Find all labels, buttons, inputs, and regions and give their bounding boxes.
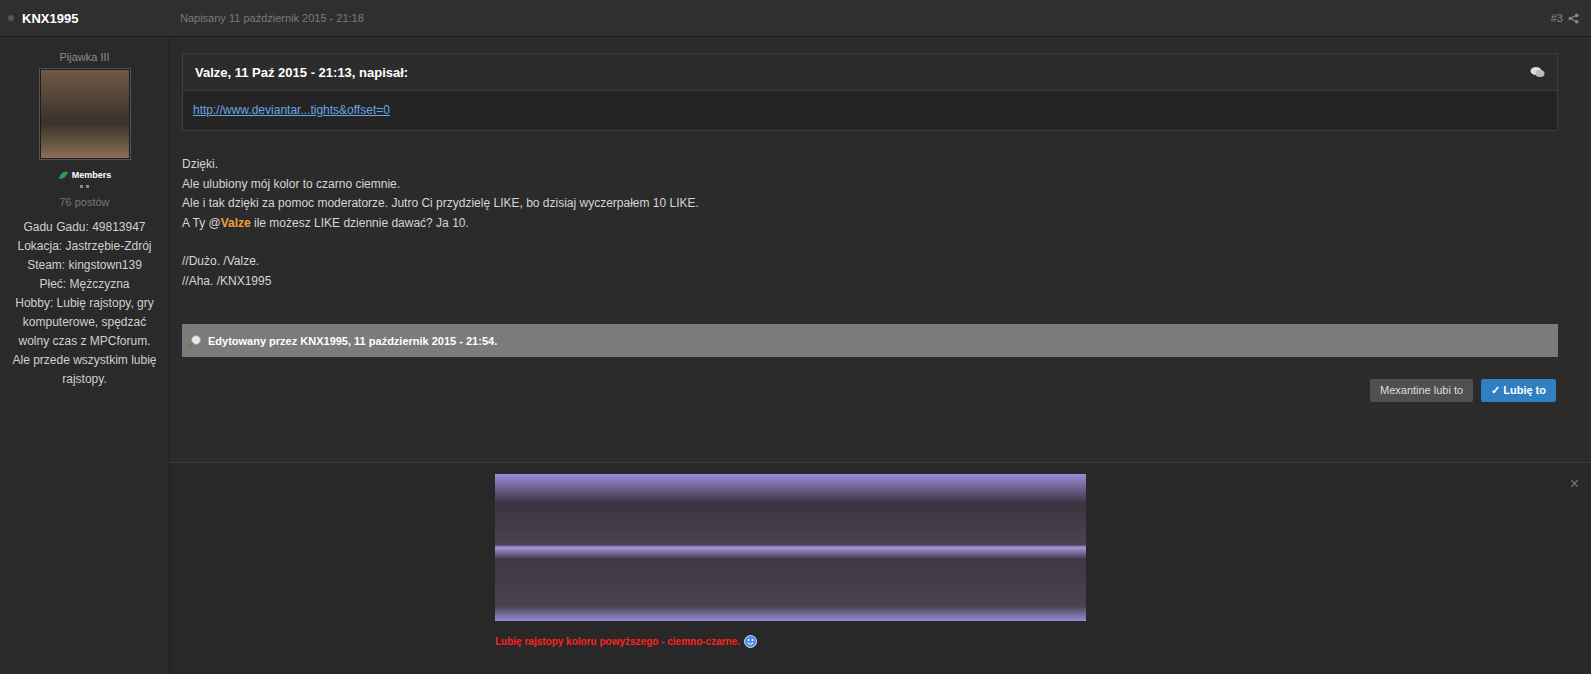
post-number-label[interactable]: #3: [1551, 12, 1563, 24]
liked-by[interactable]: Mexantine lubi to: [1370, 379, 1473, 402]
post-date: Napisany 11 październik 2015 - 21:18: [170, 12, 364, 24]
post-header: KNX1995 Napisany 11 październik 2015 - 21…: [0, 0, 1591, 37]
post-body: Dzięki. Ale ulubiony mój kolor to czarno …: [182, 155, 1558, 291]
post-paragraph: //Dużo. /Valze. //Aha. /KNX1995: [182, 252, 1558, 291]
avatar-photo: [41, 70, 129, 158]
post-main: Valze, 11 Paź 2015 - 21:13, napisał: http…: [170, 37, 1591, 674]
user-mention[interactable]: Valze: [221, 216, 251, 230]
quote-citation: Valze, 11 Paź 2015 - 21:13, napisał:: [195, 65, 408, 80]
post-line: Ale ulubiony mój kolor to czarno ciemnie…: [182, 175, 1558, 195]
post-count: 76 postów: [59, 196, 109, 208]
edit-magnifier-icon: [188, 334, 202, 348]
signature-caption-text: Lubię rajstopy koloru powyższego - ciemn…: [495, 636, 740, 647]
post-text: A Ty @: [182, 216, 221, 230]
quote-header: Valze, 11 Paź 2015 - 21:13, napisał:: [183, 54, 1557, 91]
post-line: Ale i tak dzięki za pomoc moderatorze. J…: [182, 194, 1558, 214]
profile-field: Steam: kingstown139: [10, 256, 159, 275]
post-content: Valze, 11 Paź 2015 - 21:13, napisał: http…: [170, 37, 1591, 463]
post-text: ile możesz LIKE dziennie dawać? Ja 10.: [251, 216, 469, 230]
post-line: Dzięki.: [182, 155, 1558, 175]
profile-fields: Gadu Gadu: 49813947Lokacja: Jastrzębie-Z…: [10, 218, 159, 389]
post-line: A Ty @Valze ile możesz LIKE dziennie daw…: [182, 214, 1558, 234]
signature-close[interactable]: ×: [1570, 474, 1579, 674]
like-row: Mexantine lubi to ✓ Lubię to: [182, 379, 1558, 402]
post-text: //Aha. /KNX1995: [182, 274, 271, 288]
edit-note-text: Edytowany przez KNX1995, 11 październik …: [208, 335, 497, 347]
profile-field: Gadu Gadu: 49813947: [10, 218, 159, 237]
post-text: Ale i tak dzięki za pomoc moderatorze. J…: [182, 196, 699, 210]
post-text: Dzięki.: [182, 157, 218, 171]
online-status-dot: [8, 15, 14, 21]
signature-image: [495, 474, 1086, 621]
post-text: Ale ulubiony mój kolor to czarno ciemnie…: [182, 177, 400, 191]
post-row: Pijawka III Members 76 postów Gadu Gadu: 49…: [0, 37, 1591, 674]
group-leaf-icon: [58, 171, 69, 180]
profile-field: Hobby: Lubię rajstopy, gry komputerowe, …: [10, 294, 159, 389]
post-text: //Dużo. /Valze.: [182, 254, 259, 268]
forum-post-page: KNX1995 Napisany 11 październik 2015 - 21…: [0, 0, 1591, 674]
author-name[interactable]: KNX1995: [22, 11, 78, 26]
profile-field: Płeć: Mężczyzna: [10, 275, 159, 294]
signature-block: Lubię rajstopy koloru powyższego - ciemn…: [495, 474, 1086, 674]
author-panel: Pijawka III Members 76 postów Gadu Gadu: 49…: [0, 37, 170, 674]
smiley-icon: [744, 635, 757, 648]
rank-pips: [80, 185, 89, 188]
post-author[interactable]: KNX1995: [0, 11, 170, 26]
author-rank: Pijawka III: [59, 51, 109, 63]
author-group: Members: [58, 170, 112, 180]
signature: Lubię rajstopy koloru powyższego - ciemn…: [170, 463, 1591, 674]
edit-note: Edytowany przez KNX1995, 11 październik …: [182, 324, 1558, 357]
signature-caption: Lubię rajstopy koloru powyższego - ciemn…: [495, 635, 1086, 648]
avatar[interactable]: [39, 68, 131, 160]
post-number[interactable]: #3: [1551, 12, 1591, 24]
quote-body: http://www.deviantar...tights&offset=0: [183, 91, 1557, 130]
profile-field: Lokacja: Jastrzębie-Zdrój: [10, 237, 159, 256]
like-button[interactable]: ✓ Lubię to: [1481, 379, 1556, 402]
quote-bubbles-icon: [1530, 66, 1545, 78]
rank-pip: [86, 185, 89, 188]
post-paragraph: Dzięki. Ale ulubiony mój kolor to czarno …: [182, 155, 1558, 233]
post-line: //Dużo. /Valze.: [182, 252, 1558, 272]
post-line: //Aha. /KNX1995: [182, 272, 1558, 292]
rank-pip: [80, 185, 83, 188]
share-icon[interactable]: [1568, 13, 1579, 24]
quote-box: Valze, 11 Paź 2015 - 21:13, napisał: http…: [182, 53, 1558, 131]
quote-link[interactable]: http://www.deviantar...tights&offset=0: [193, 103, 390, 117]
